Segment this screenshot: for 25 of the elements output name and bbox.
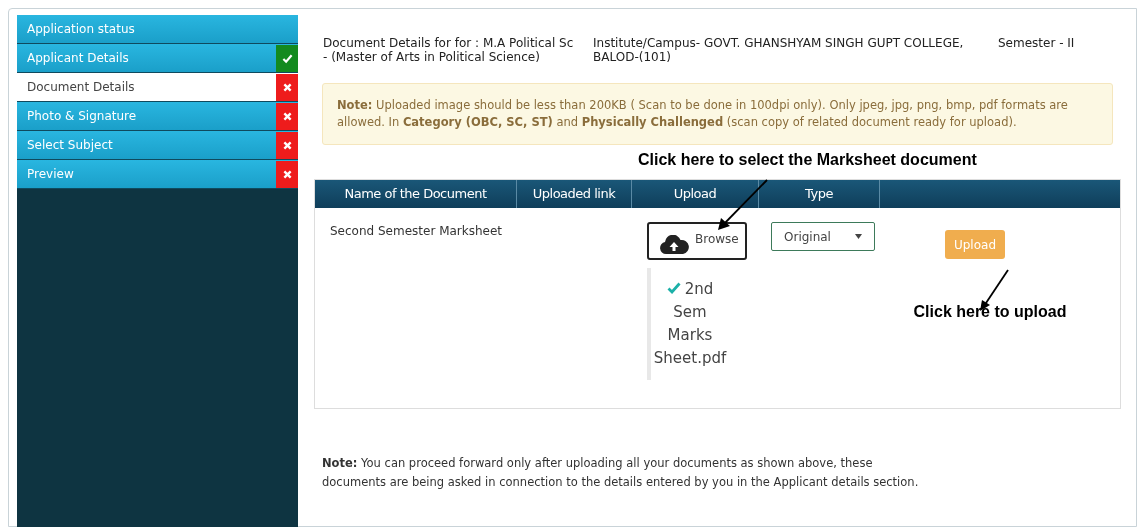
sidebar-item[interactable]: Document Details	[17, 73, 298, 102]
column-header: Type	[759, 180, 880, 208]
browse-button[interactable]: Browse	[647, 222, 747, 260]
footer-note: Note: You can proceed forward only after uploading all your documents as shown above, these documents are being asked in connection to the details entered by you in the Applicant details section.	[322, 455, 920, 491]
course-title: Document Details for for : M.A Political Sc - (Master of Arts in Political Science)	[323, 36, 575, 64]
sidebar-item[interactable]: Select Subject	[17, 131, 298, 160]
type-select[interactable]: Original	[771, 222, 875, 251]
annotation-text: Click here to select the Marksheet document	[638, 150, 978, 170]
caret-icon	[855, 234, 862, 239]
sidebar-item[interactable]: Preview	[17, 160, 298, 189]
sidebar-item[interactable]: Application status	[17, 15, 298, 44]
file-name: 2nd Sem Marks Sheet.pdf	[653, 280, 727, 367]
annotation-text: Click here to upload	[913, 302, 1067, 322]
upload-button[interactable]: Upload	[944, 230, 1005, 259]
sidebar-item[interactable]: Photo & Signature	[17, 102, 298, 131]
arrow	[716, 178, 770, 232]
semester-title: Semester - II	[998, 36, 1075, 52]
column-header: Uploaded link	[517, 180, 632, 208]
institute-title: Institute/Campus- GOVT. GHANSHYAM SINGH GUPT COLLEGE, BALOD-(101)	[593, 36, 965, 64]
column-header: Upload	[632, 180, 759, 208]
note-alert: Note: Uploaded image should be less than 200KB ( Scan to be done in 100dpi only). Only jpeg, jpg, png, bmp, pdf formats are allowed. In Category (OBC, SC, ST) and Physically Challenged (scan copy of related document ready for upload).	[322, 83, 1113, 145]
sidebar-item[interactable]: Applicant Details	[17, 44, 298, 73]
cloud-upload-icon	[659, 235, 689, 255]
table-cell: Second Semester Marksheet	[330, 224, 503, 238]
column-header: Name of the Document	[315, 180, 517, 208]
